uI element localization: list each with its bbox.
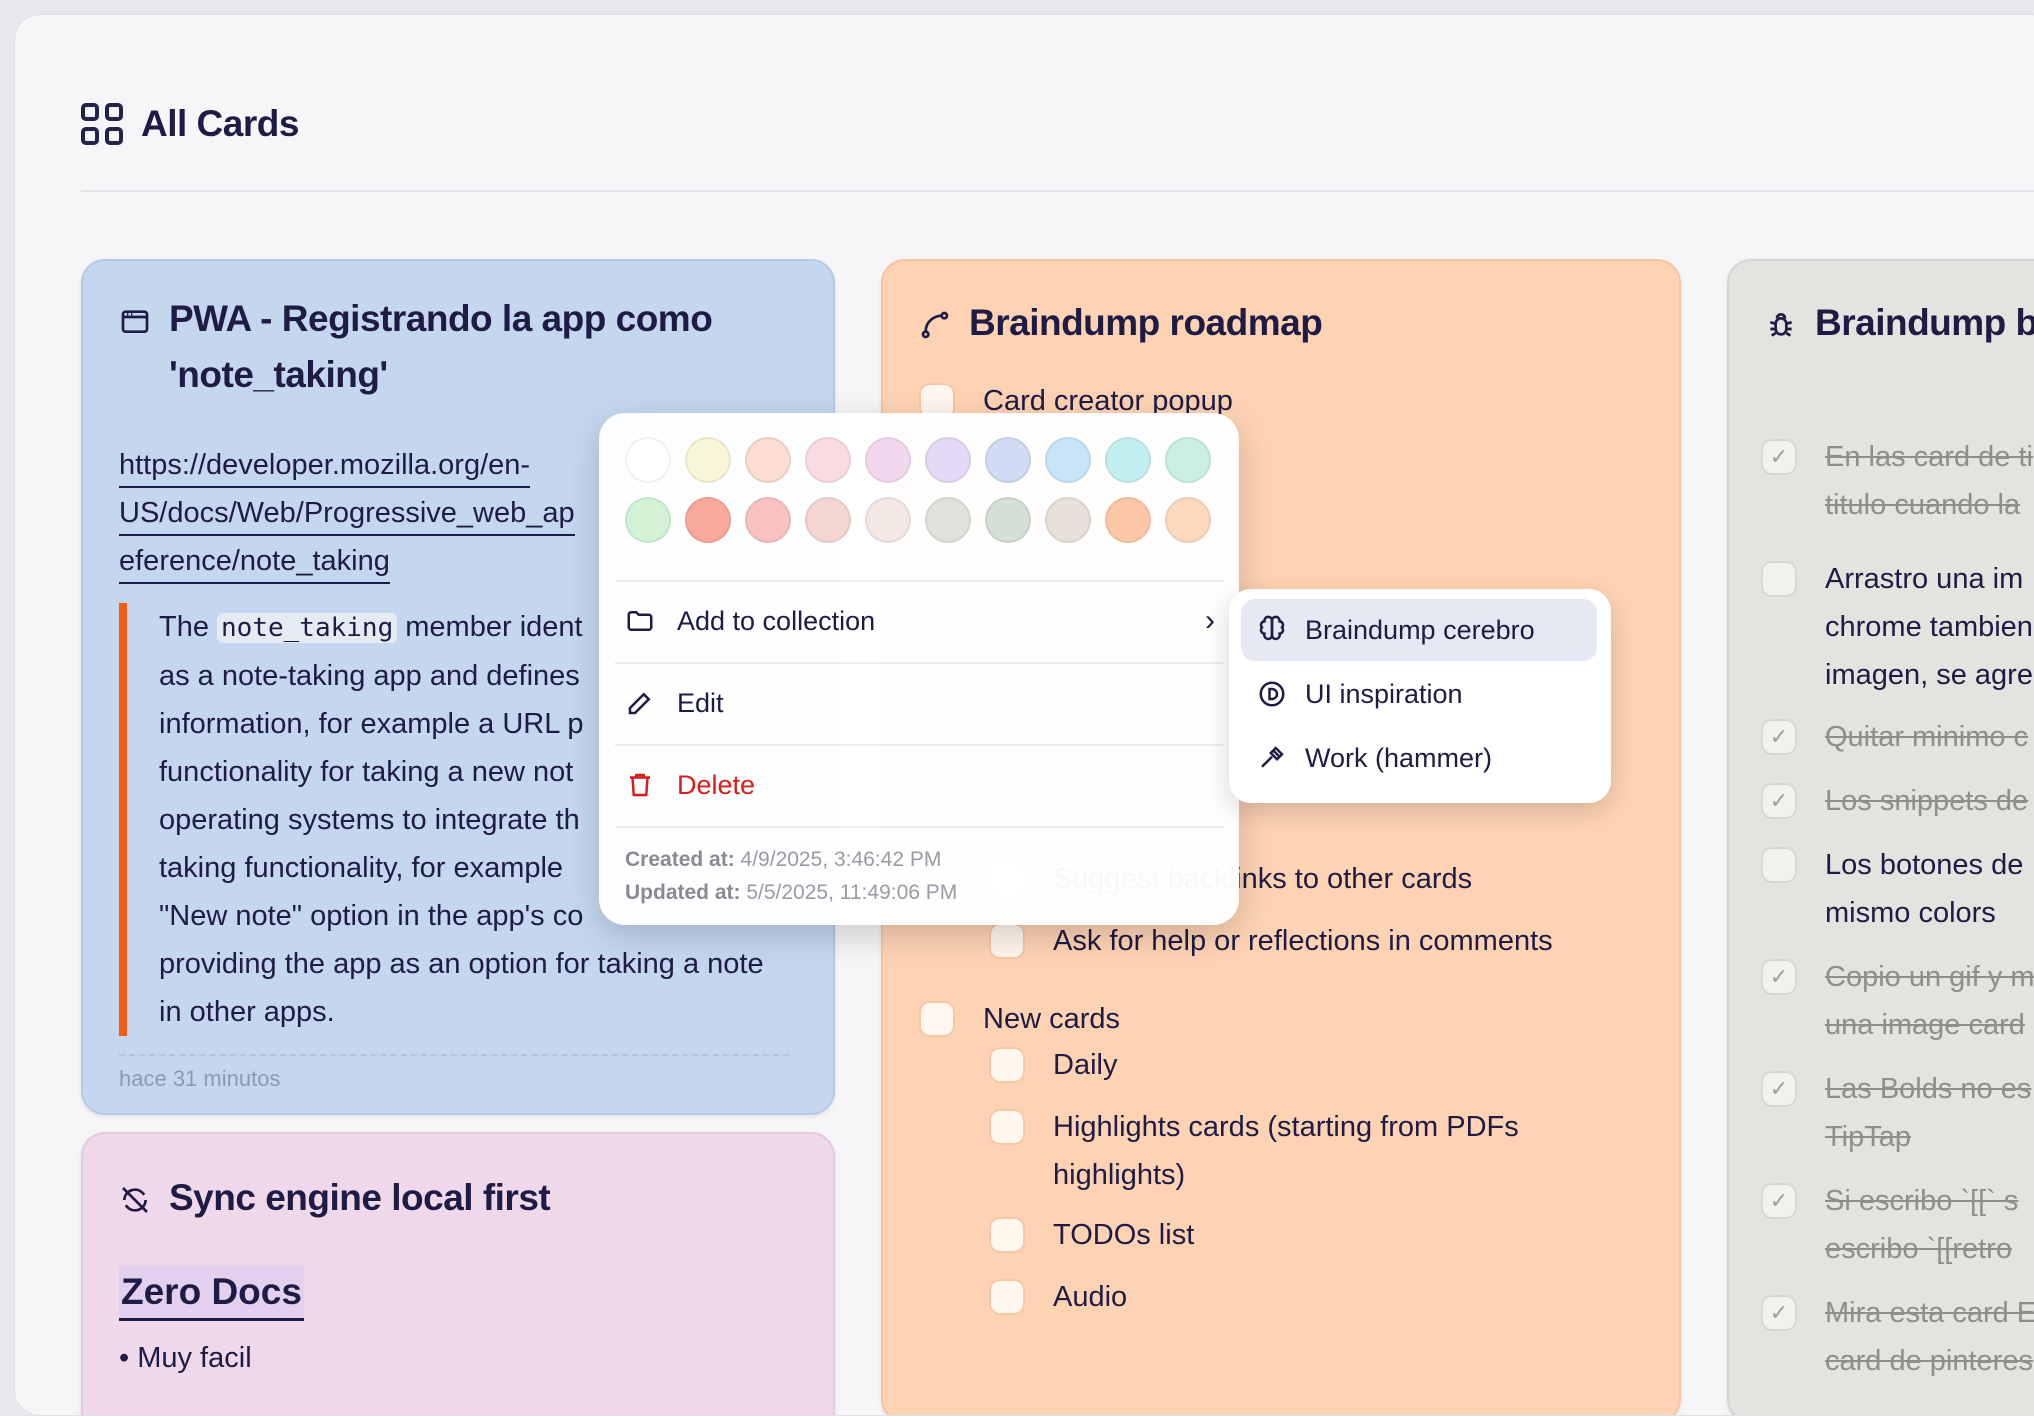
edit-icon xyxy=(628,692,651,715)
bug-icon xyxy=(1770,313,1792,337)
task-item[interactable]: TODOs list xyxy=(989,1211,1194,1259)
checkbox[interactable] xyxy=(989,1279,1025,1315)
card-header: Braindump bu xyxy=(1765,295,2034,351)
checkbox[interactable] xyxy=(989,1109,1025,1145)
checkbox-checked[interactable]: ✓ xyxy=(1761,439,1797,475)
page-header: All Cards xyxy=(81,89,299,159)
color-swatch[interactable] xyxy=(985,437,1031,483)
checkbox-checked[interactable]: ✓ xyxy=(1761,783,1797,819)
collection-item-ui-inspiration[interactable]: UI inspiration xyxy=(1241,663,1597,725)
checkbox-checked[interactable]: ✓ xyxy=(1761,719,1797,755)
checkbox[interactable] xyxy=(1761,561,1797,597)
add-to-collection-item[interactable]: Add to collection › xyxy=(625,593,1215,649)
card-header: PWA - Registrando la app como 'note_taki… xyxy=(119,291,713,403)
checkbox[interactable] xyxy=(989,923,1025,959)
color-swatch[interactable] xyxy=(1105,497,1151,543)
color-swatch[interactable] xyxy=(865,437,911,483)
page-title: All Cards xyxy=(141,103,299,144)
checkbox[interactable] xyxy=(989,1217,1025,1253)
checkbox-checked[interactable]: ✓ xyxy=(1761,1071,1797,1107)
d-circle-icon xyxy=(1259,681,1285,707)
color-swatch[interactable] xyxy=(685,497,731,543)
collection-submenu: Braindump cerebro UI inspiration Work (h… xyxy=(1229,589,1611,803)
color-swatch[interactable] xyxy=(805,497,851,543)
trash-icon xyxy=(630,773,650,797)
task-item[interactable]: ✓ Los snippets de xyxy=(1761,777,2028,825)
menu-divider xyxy=(615,580,1223,582)
delete-item[interactable]: Delete xyxy=(625,757,1215,813)
task-item[interactable]: ✓ Copio un gif y m una image card xyxy=(1761,953,2034,1049)
card-title: Sync engine local first xyxy=(169,1177,551,1218)
checkbox-checked[interactable]: ✓ xyxy=(1761,959,1797,995)
collection-item-braindump-cerebro[interactable]: Braindump cerebro xyxy=(1241,599,1597,661)
card-title: Braindump bu xyxy=(1815,302,2034,343)
brain-icon xyxy=(1259,615,1285,641)
color-swatch[interactable] xyxy=(745,497,791,543)
card-header: Sync engine local first xyxy=(119,1170,551,1226)
task-item[interactable]: ✓ Las Bolds no es TipTap xyxy=(1761,1065,2031,1161)
task-item[interactable]: ✓ Si escribo `[[` s escribo `[[retro xyxy=(1761,1177,2018,1273)
checkbox[interactable] xyxy=(919,1001,955,1037)
edit-item[interactable]: Edit xyxy=(625,675,1215,731)
folder-icon xyxy=(627,611,653,631)
card-timestamp: hace 31 minutos xyxy=(119,1054,789,1092)
color-swatch[interactable] xyxy=(685,437,731,483)
color-swatch[interactable] xyxy=(1105,437,1151,483)
card-sync[interactable]: Sync engine local first Zero Docs • Muy … xyxy=(81,1132,835,1415)
menu-divider xyxy=(615,826,1223,828)
browser-window-icon xyxy=(121,310,149,333)
task-item[interactable]: ✓ En las card de ti titulo cuando la xyxy=(1761,433,2033,529)
color-swatch[interactable] xyxy=(925,497,971,543)
color-swatch[interactable] xyxy=(1165,497,1211,543)
task-item[interactable]: Los botones de mismo colors xyxy=(1761,841,2023,937)
card-header: Braindump roadmap xyxy=(919,295,1323,351)
menu-divider xyxy=(615,744,1223,746)
inline-code: note_taking xyxy=(217,613,398,643)
card-title: Braindump roadmap xyxy=(969,302,1323,343)
list-item: • Muy facil xyxy=(119,1342,252,1374)
task-item[interactable]: ✓ Quitar minimo c xyxy=(1761,713,2028,761)
color-swatch[interactable] xyxy=(1165,437,1211,483)
color-swatch[interactable] xyxy=(1045,497,1091,543)
color-swatch[interactable] xyxy=(745,437,791,483)
task-item[interactable]: Audio xyxy=(989,1273,1127,1321)
card-title: PWA - Registrando la app como 'note_taki… xyxy=(169,298,713,395)
task-item[interactable]: Highlights cards (starting from PDFs high… xyxy=(989,1103,1519,1199)
checkbox[interactable] xyxy=(1761,847,1797,883)
color-swatch-grid xyxy=(625,437,1211,543)
card-context-menu: Add to collection › Edit Delete Created … xyxy=(599,413,1239,925)
checkbox-checked[interactable]: ✓ xyxy=(1761,1183,1797,1219)
grid-icon xyxy=(81,103,123,145)
route-icon xyxy=(921,311,949,339)
sync-off-icon xyxy=(122,1187,148,1213)
app-window: All Cards PWA - Registrando la app como … xyxy=(14,14,2034,1416)
task-item[interactable]: Arrastro una im chrome tambien imagen, se … xyxy=(1761,555,2033,699)
card-metadata: Created at: 4/9/2025, 3:46:42 PM Updated… xyxy=(625,848,958,904)
task-item[interactable]: New cards xyxy=(919,995,1120,1043)
color-swatch[interactable] xyxy=(925,437,971,483)
color-swatch[interactable] xyxy=(625,497,671,543)
collection-item-work[interactable]: Work (hammer) xyxy=(1241,727,1597,789)
color-swatch[interactable] xyxy=(805,437,851,483)
header-divider xyxy=(81,190,2034,192)
color-swatch[interactable] xyxy=(865,497,911,543)
menu-divider xyxy=(615,662,1223,664)
card-bugs[interactable]: Braindump bu ✓En las card de tititulo cu… xyxy=(1727,259,2034,1415)
chevron-right-icon: › xyxy=(1205,604,1215,637)
checkbox[interactable] xyxy=(989,1047,1025,1083)
color-swatch[interactable] xyxy=(1045,437,1091,483)
color-swatch[interactable] xyxy=(985,497,1031,543)
checkbox-checked[interactable]: ✓ xyxy=(1761,1295,1797,1331)
task-item[interactable]: ✓ Mira esta card Ecard de pinteres xyxy=(1761,1289,2034,1385)
color-swatch[interactable] xyxy=(625,437,671,483)
hammer-icon xyxy=(1261,746,1284,768)
task-item[interactable]: Daily xyxy=(989,1041,1117,1089)
doc-heading-link[interactable]: Zero Docs xyxy=(119,1266,304,1321)
